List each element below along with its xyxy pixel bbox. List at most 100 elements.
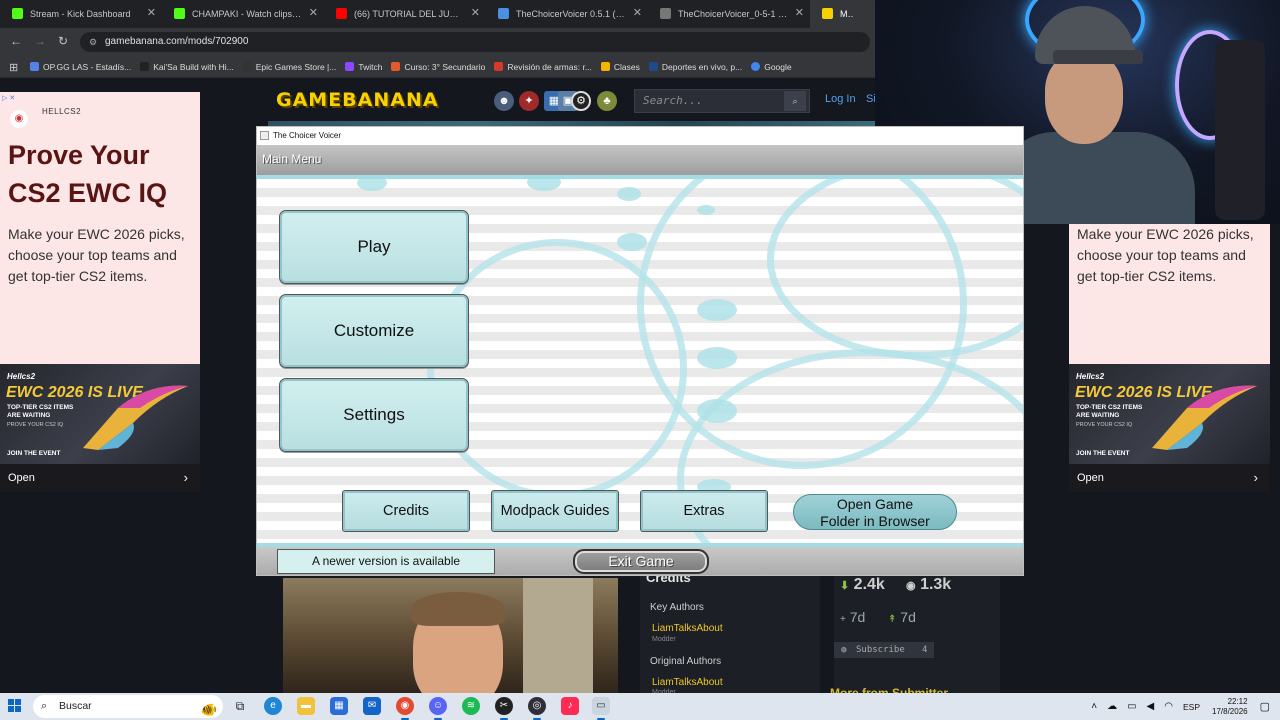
capcut-icon[interactable]: ✂ — [495, 697, 513, 720]
bookmark-label: Curso: 3° Secundario — [404, 61, 486, 72]
tab-label: Malcolm — [840, 9, 853, 19]
url-input[interactable]: ⚙ gamebanana.com/mods/702900 — [80, 32, 870, 52]
tab-label: CHAMPAKI - Watch clips on Kic — [192, 9, 302, 19]
knife-icon — [1152, 385, 1257, 450]
clock[interactable]: 22:12 17/8/2026 — [1212, 697, 1248, 717]
play-button[interactable]: Play — [279, 210, 469, 284]
added-value: 7d — [849, 609, 866, 625]
file-icon — [660, 8, 671, 19]
window-titlebar[interactable]: The Choicer Voicer — [257, 127, 1023, 145]
reload-icon[interactable]: ↻ — [58, 34, 68, 48]
category-icon[interactable]: ✦ — [519, 91, 539, 111]
ad-brand: HELLCS2 — [42, 107, 82, 116]
close-icon[interactable]: ✕ — [633, 6, 642, 19]
browser-tab[interactable]: CHAMPAKI - Watch clips on Kic ✕ — [162, 0, 324, 28]
windows-taskbar: ⌕ Buscar 🐠 ⧉ e ▬ ▦ ✉ ◉ ☺ ≋ ✂ ◎ ♪ ▭ ˄ ☁ ▭… — [0, 693, 1280, 720]
bookmark[interactable]: Twitch — [345, 62, 382, 72]
gamebanana-header: GAMEBANANA ☻ ✦ ▦ ▣ ⚙ ♣ Search... ⌕ Log I… — [268, 85, 876, 121]
original-author-link[interactable]: LiamTalksAbout — [652, 677, 723, 688]
bookmark[interactable]: OP.GG LAS - Estadís... — [30, 62, 131, 72]
bg-dot — [357, 179, 387, 191]
bookmark[interactable]: Kai'Sa Build with Hi... — [140, 62, 234, 72]
discord-icon[interactable]: ☺ — [429, 697, 447, 720]
chevron-up-icon[interactable]: ˄ — [1091, 701, 1097, 712]
game-app-icon[interactable]: ▭ — [592, 697, 610, 720]
edge-icon[interactable]: e — [264, 697, 282, 715]
browser-tab[interactable]: Stream - Kick Dashboard ✕ — [0, 0, 162, 28]
author-role: Modder — [652, 636, 676, 643]
knife-icon — [83, 385, 188, 450]
back-icon[interactable]: ← — [10, 34, 22, 48]
ad-open-button[interactable]: Open › — [0, 464, 200, 492]
task-view-icon[interactable]: ⧉ — [231, 697, 249, 715]
key-authors-label: Key Authors — [650, 602, 704, 613]
settings-button[interactable]: Settings — [279, 378, 469, 452]
settings-icon[interactable]: ⚙ — [571, 91, 591, 111]
gamebanana-logo[interactable]: GAMEBANANA — [276, 89, 439, 111]
apps-icon[interactable]: ⊞ — [9, 61, 18, 74]
exit-game-button[interactable]: Exit Game — [573, 549, 709, 574]
mod-screenshot[interactable] — [283, 578, 618, 693]
bookmark[interactable]: Google — [751, 61, 792, 72]
forward-icon[interactable]: → — [34, 34, 46, 48]
network-icon[interactable]: ▭ — [1127, 701, 1136, 712]
subscribe-button[interactable]: ◍ Subscribe 4 — [834, 642, 934, 658]
login-link[interactable]: Log In — [825, 93, 856, 105]
bookmark[interactable]: Epic Games Store |... — [242, 62, 336, 72]
folder-icon — [600, 62, 610, 71]
chrome-icon[interactable]: ◉ — [396, 697, 414, 720]
category-icon[interactable]: ☻ — [494, 91, 514, 111]
obs-icon[interactable]: ◎ — [528, 697, 546, 720]
search-icon[interactable]: ⌕ — [784, 91, 806, 111]
bookmark[interactable]: Deportes en vivo, p... — [648, 62, 742, 72]
update-available-notice[interactable]: A newer version is available — [277, 549, 495, 574]
advertisement-right[interactable]: Make your EWC 2026 picks, choose your to… — [1069, 224, 1270, 492]
bookmark-icon — [391, 62, 401, 71]
modpack-guides-button[interactable]: Modpack Guides — [491, 490, 619, 532]
site-info-icon[interactable]: ⚙ — [89, 32, 97, 52]
customize-button[interactable]: Customize — [279, 294, 469, 368]
extras-button[interactable]: Extras — [640, 490, 768, 532]
adchoices-icon[interactable]: ▷ ✕ — [2, 94, 15, 102]
mail-icon[interactable]: ✉ — [363, 697, 381, 715]
category-icon[interactable]: ♣ — [597, 91, 617, 111]
credits-button[interactable]: Credits — [342, 490, 470, 532]
close-icon[interactable]: ✕ — [795, 6, 804, 19]
ad-open-button[interactable]: Open › — [1069, 464, 1270, 492]
wifi-icon[interactable]: ◠ — [1164, 701, 1173, 712]
download-icon: ⬇ — [840, 580, 850, 592]
close-icon[interactable]: ✕ — [147, 6, 156, 19]
bookmark[interactable]: Revisión de armas: r... — [494, 62, 592, 72]
address-bar: ← → ↻ ⚙ gamebanana.com/mods/702900 — [0, 28, 875, 56]
ad-banner-cta: JOIN THE EVENT — [7, 450, 61, 457]
open-game-folder-button[interactable]: Open Game Folder in Browser — [793, 494, 957, 530]
advertisement-left[interactable]: ▷ ✕ ◉ HELLCS2 Prove Your CS2 EWC IQ Make… — [0, 92, 200, 492]
close-icon[interactable]: ✕ — [309, 6, 318, 19]
tab-label: Stream - Kick Dashboard — [30, 9, 131, 19]
tab-label: (66) TUTORIAL DEL JUEGO "TH — [354, 9, 464, 19]
browser-tab[interactable]: TheChoicerVoicer_0-5-1 stable ✕ — [648, 0, 810, 28]
language-indicator[interactable]: ESP — [1183, 702, 1200, 712]
stats-panel: ⬇ 2.4k ◉ 1.3k + 7d ↟ 7d ◍ Subscribe 4 — [834, 576, 1000, 693]
ad-banner-brand: Hellcs2 — [7, 372, 36, 381]
ad-banner-brand: Hellcs2 — [1076, 372, 1105, 381]
file-explorer-icon[interactable]: ▬ — [297, 697, 315, 715]
bookmark-label: Google — [764, 61, 792, 72]
browser-tab-active[interactable]: Malcolm — [810, 0, 875, 28]
tiktok-icon[interactable]: ♪ — [561, 697, 579, 715]
bookmark[interactable]: Clases — [600, 62, 640, 72]
browser-tab[interactable]: (66) TUTORIAL DEL JUEGO "TH ✕ — [324, 0, 486, 28]
bookmark-icon — [494, 62, 504, 71]
bookmark[interactable]: Curso: 3° Secundario — [391, 62, 485, 72]
taskbar-search[interactable]: ⌕ Buscar 🐠 — [33, 695, 223, 718]
spotify-icon[interactable]: ≋ — [462, 697, 480, 715]
browser-tab[interactable]: TheChoicerVoicer 0.5.1 (Windo ✕ — [486, 0, 648, 28]
bg-dot — [617, 233, 647, 251]
onedrive-icon[interactable]: ☁ — [1107, 701, 1117, 712]
windows-start-icon[interactable] — [8, 699, 22, 713]
volume-icon[interactable]: ◀ — [1147, 701, 1155, 712]
author-link[interactable]: LiamTalksAbout — [652, 623, 723, 634]
notification-icon[interactable]: ▢ — [1260, 700, 1270, 713]
store-icon[interactable]: ▦ — [330, 697, 348, 715]
close-icon[interactable]: ✕ — [471, 6, 480, 19]
